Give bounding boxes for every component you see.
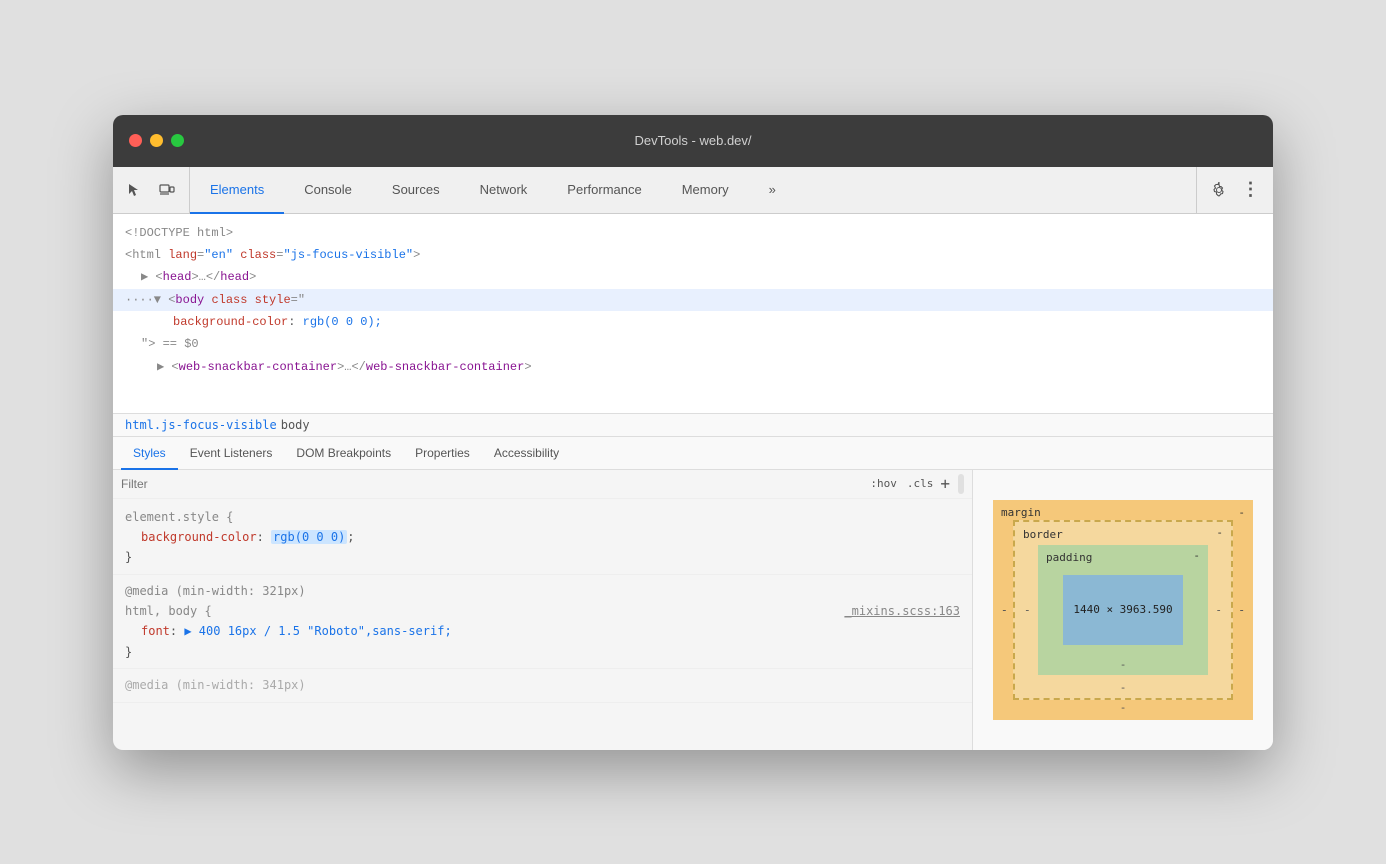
dom-snackbar-element[interactable]: ▶ <web-snackbar-container>…</web-snackba… <box>113 356 1273 378</box>
dom-html-element[interactable]: <html lang="en" class="js-focus-visible"… <box>113 244 1273 266</box>
padding-label: padding <box>1046 551 1092 564</box>
devtools-window: DevTools - web.dev/ Elements C <box>113 115 1273 750</box>
box-model-panel: margin - - - - border - - - - padding <box>973 470 1273 750</box>
dom-head-element[interactable]: ▶ <head>…</head> <box>113 266 1273 288</box>
breadcrumb: html.js-focus-visible body <box>113 414 1273 437</box>
border-right-val: - <box>1238 603 1245 616</box>
rule-media-321: @media (min-width: 321px) html, body { _… <box>113 579 972 670</box>
padding-left-val: - <box>1024 603 1031 616</box>
border-label: border <box>1023 528 1063 541</box>
border-dash: - <box>1216 526 1223 539</box>
padding-right-val: - <box>1215 603 1222 616</box>
box-padding: padding - - - - 1440 × 3963.590 <box>1038 545 1208 675</box>
maximize-button[interactable] <box>171 134 184 147</box>
tab-list: Elements Console Sources Network Perform… <box>190 167 1196 213</box>
settings-icon[interactable] <box>1205 176 1233 204</box>
margin-dash-tr: - <box>1238 506 1245 519</box>
hov-button[interactable]: :hov <box>867 476 900 491</box>
dom-tree: <!DOCTYPE html> <html lang="en" class="j… <box>113 214 1273 414</box>
minimize-button[interactable] <box>150 134 163 147</box>
toolbar-right: ⋮ <box>1196 167 1273 213</box>
rule-media-341: @media (min-width: 341px) <box>113 673 972 702</box>
window-title: DevTools - web.dev/ <box>634 133 751 148</box>
styles-panel: Styles Event Listeners DOM Breakpoints P… <box>113 437 1273 750</box>
box-dimensions: 1440 × 3963.590 <box>1063 575 1183 645</box>
margin-bottom-val: - <box>1120 701 1127 714</box>
titlebar: DevTools - web.dev/ <box>113 115 1273 167</box>
tab-console[interactable]: Console <box>284 168 372 214</box>
filter-scrollbar <box>958 474 964 494</box>
breadcrumb-html[interactable]: html.js-focus-visible <box>125 418 277 432</box>
dom-body-close: "> == $0 <box>113 333 1273 355</box>
styles-tab-bar: Styles Event Listeners DOM Breakpoints P… <box>113 437 1273 470</box>
styles-tab-styles[interactable]: Styles <box>121 438 178 470</box>
box-border: border - - - - padding - - - - 1440 <box>1013 520 1233 700</box>
dom-body-style-prop: background-color: rgb(0 0 0); <box>113 311 1273 333</box>
tab-performance[interactable]: Performance <box>547 168 661 214</box>
tab-elements[interactable]: Elements <box>190 168 284 214</box>
styles-content-area: :hov .cls + element.style { background-c… <box>113 470 1273 750</box>
styles-rules-list: element.style { background-color: rgb(0 … <box>113 499 972 750</box>
toolbar-icons <box>113 167 190 213</box>
breadcrumb-body[interactable]: body <box>281 418 310 432</box>
box-margin: margin - - - - border - - - - padding <box>993 500 1253 720</box>
styles-tab-accessibility[interactable]: Accessibility <box>482 438 571 470</box>
styles-filter-input[interactable] <box>121 477 859 491</box>
tab-more[interactable]: » <box>749 168 796 214</box>
close-button[interactable] <box>129 134 142 147</box>
device-icon[interactable] <box>153 176 181 204</box>
dom-doctype[interactable]: <!DOCTYPE html> <box>113 222 1273 244</box>
traffic-lights <box>129 134 184 147</box>
add-style-button[interactable]: + <box>940 474 950 493</box>
styles-rules-panel: :hov .cls + element.style { background-c… <box>113 470 973 750</box>
inspect-icon[interactable] <box>121 176 149 204</box>
styles-filter-bar: :hov .cls + <box>113 470 972 499</box>
margin-label: margin <box>1001 506 1041 519</box>
styles-tab-event-listeners[interactable]: Event Listeners <box>178 438 285 470</box>
more-options-icon[interactable]: ⋮ <box>1237 176 1265 204</box>
toolbar: Elements Console Sources Network Perform… <box>113 167 1273 214</box>
border-left-val: - <box>1001 603 1008 616</box>
tab-sources[interactable]: Sources <box>372 168 460 214</box>
cls-button[interactable]: .cls <box>904 476 937 491</box>
styles-tab-dom-breakpoints[interactable]: DOM Breakpoints <box>284 438 403 470</box>
dom-body-element[interactable]: ····▼ <body class style=" <box>113 289 1273 311</box>
tab-memory[interactable]: Memory <box>662 168 749 214</box>
border-bottom-val: - <box>1120 681 1127 694</box>
rule-element-style: element.style { background-color: rgb(0 … <box>113 505 972 575</box>
padding-dash: - <box>1193 549 1200 562</box>
styles-tab-properties[interactable]: Properties <box>403 438 482 470</box>
tab-network[interactable]: Network <box>460 168 548 214</box>
padding-bottom-val: - <box>1120 658 1127 671</box>
filter-buttons: :hov .cls + <box>867 474 950 493</box>
